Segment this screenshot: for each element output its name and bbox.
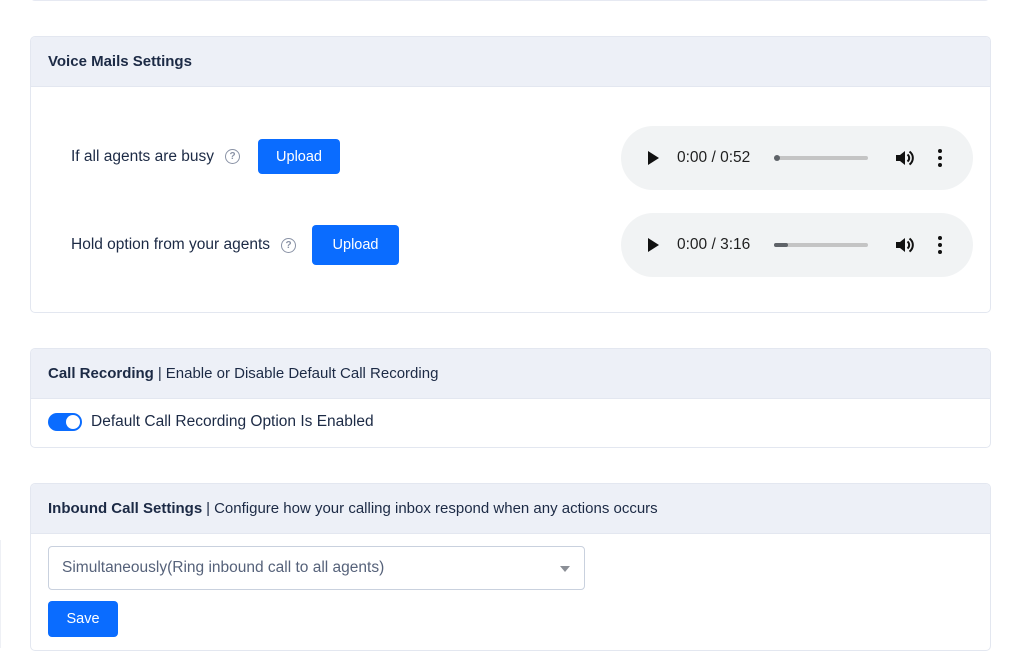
ring-strategy-value: Simultaneously(Ring inbound call to all … [62,559,385,576]
upload-hold-button[interactable]: Upload [312,225,400,265]
audio-time: 0:00 / 3:16 [677,236,751,253]
seek-knob[interactable] [774,155,780,161]
voicemail-row-label: Hold option from your agents [71,236,271,253]
call-recording-header: Call Recording | Enable or Disable Defau… [31,349,990,399]
volume-icon[interactable] [895,236,915,254]
voicemail-row-hold: Hold option from your agents ? Upload [71,225,400,265]
audio-seek-slider[interactable] [774,243,868,247]
upload-busy-button[interactable]: Upload [258,139,341,174]
call-recording-title: Call Recording [48,365,154,382]
voicemail-row-busy: If all agents are busy ? Upload [71,139,341,174]
audio-time: 0:00 / 0:52 [677,149,751,166]
save-button[interactable]: Save [48,601,118,637]
audio-player-busy: 0:00 / 0:52 [621,126,973,190]
voicemail-panel-title: Voice Mails Settings [48,53,192,70]
question-circle-icon[interactable]: ? [281,237,297,253]
previous-panel-edge [30,0,990,1]
call-recording-toggle[interactable] [48,413,82,431]
voicemail-row-label: If all agents are busy [71,147,215,165]
header-separator: | [206,500,211,517]
more-vertical-icon[interactable] [938,236,942,254]
play-icon[interactable] [648,151,659,165]
inbound-header: Inbound Call Settings | Configure how yo… [31,484,990,534]
call-recording-toggle-row: Default Call Recording Option Is Enabled [48,413,374,431]
seek-buffered-bar [774,243,789,247]
audio-player-hold: 0:00 / 3:16 [621,213,973,277]
inbound-subtitle: Configure how your calling inbox respond… [214,500,658,517]
chevron-down-icon [560,566,570,572]
volume-icon[interactable] [895,149,915,167]
call-recording-toggle-label: Default Call Recording Option Is Enabled [91,413,374,430]
inbound-call-settings-panel: Inbound Call Settings | Configure how yo… [30,483,991,651]
play-icon[interactable] [648,238,659,252]
inbound-title: Inbound Call Settings [48,500,203,517]
voicemail-panel-header: Voice Mails Settings [31,37,990,87]
question-circle-icon[interactable]: ? [225,149,241,164]
call-recording-panel: Call Recording | Enable or Disable Defau… [30,348,991,448]
audio-seek-slider[interactable] [774,155,868,161]
voicemail-settings-panel: Voice Mails Settings If all agents are b… [30,36,991,313]
call-recording-subtitle: Enable or Disable Default Call Recording [165,365,439,382]
header-separator: | [157,365,162,382]
left-divider [0,540,1,648]
ring-strategy-select[interactable]: Simultaneously(Ring inbound call to all … [48,546,585,590]
more-vertical-icon[interactable] [938,149,942,167]
toggle-thumb [66,415,80,429]
